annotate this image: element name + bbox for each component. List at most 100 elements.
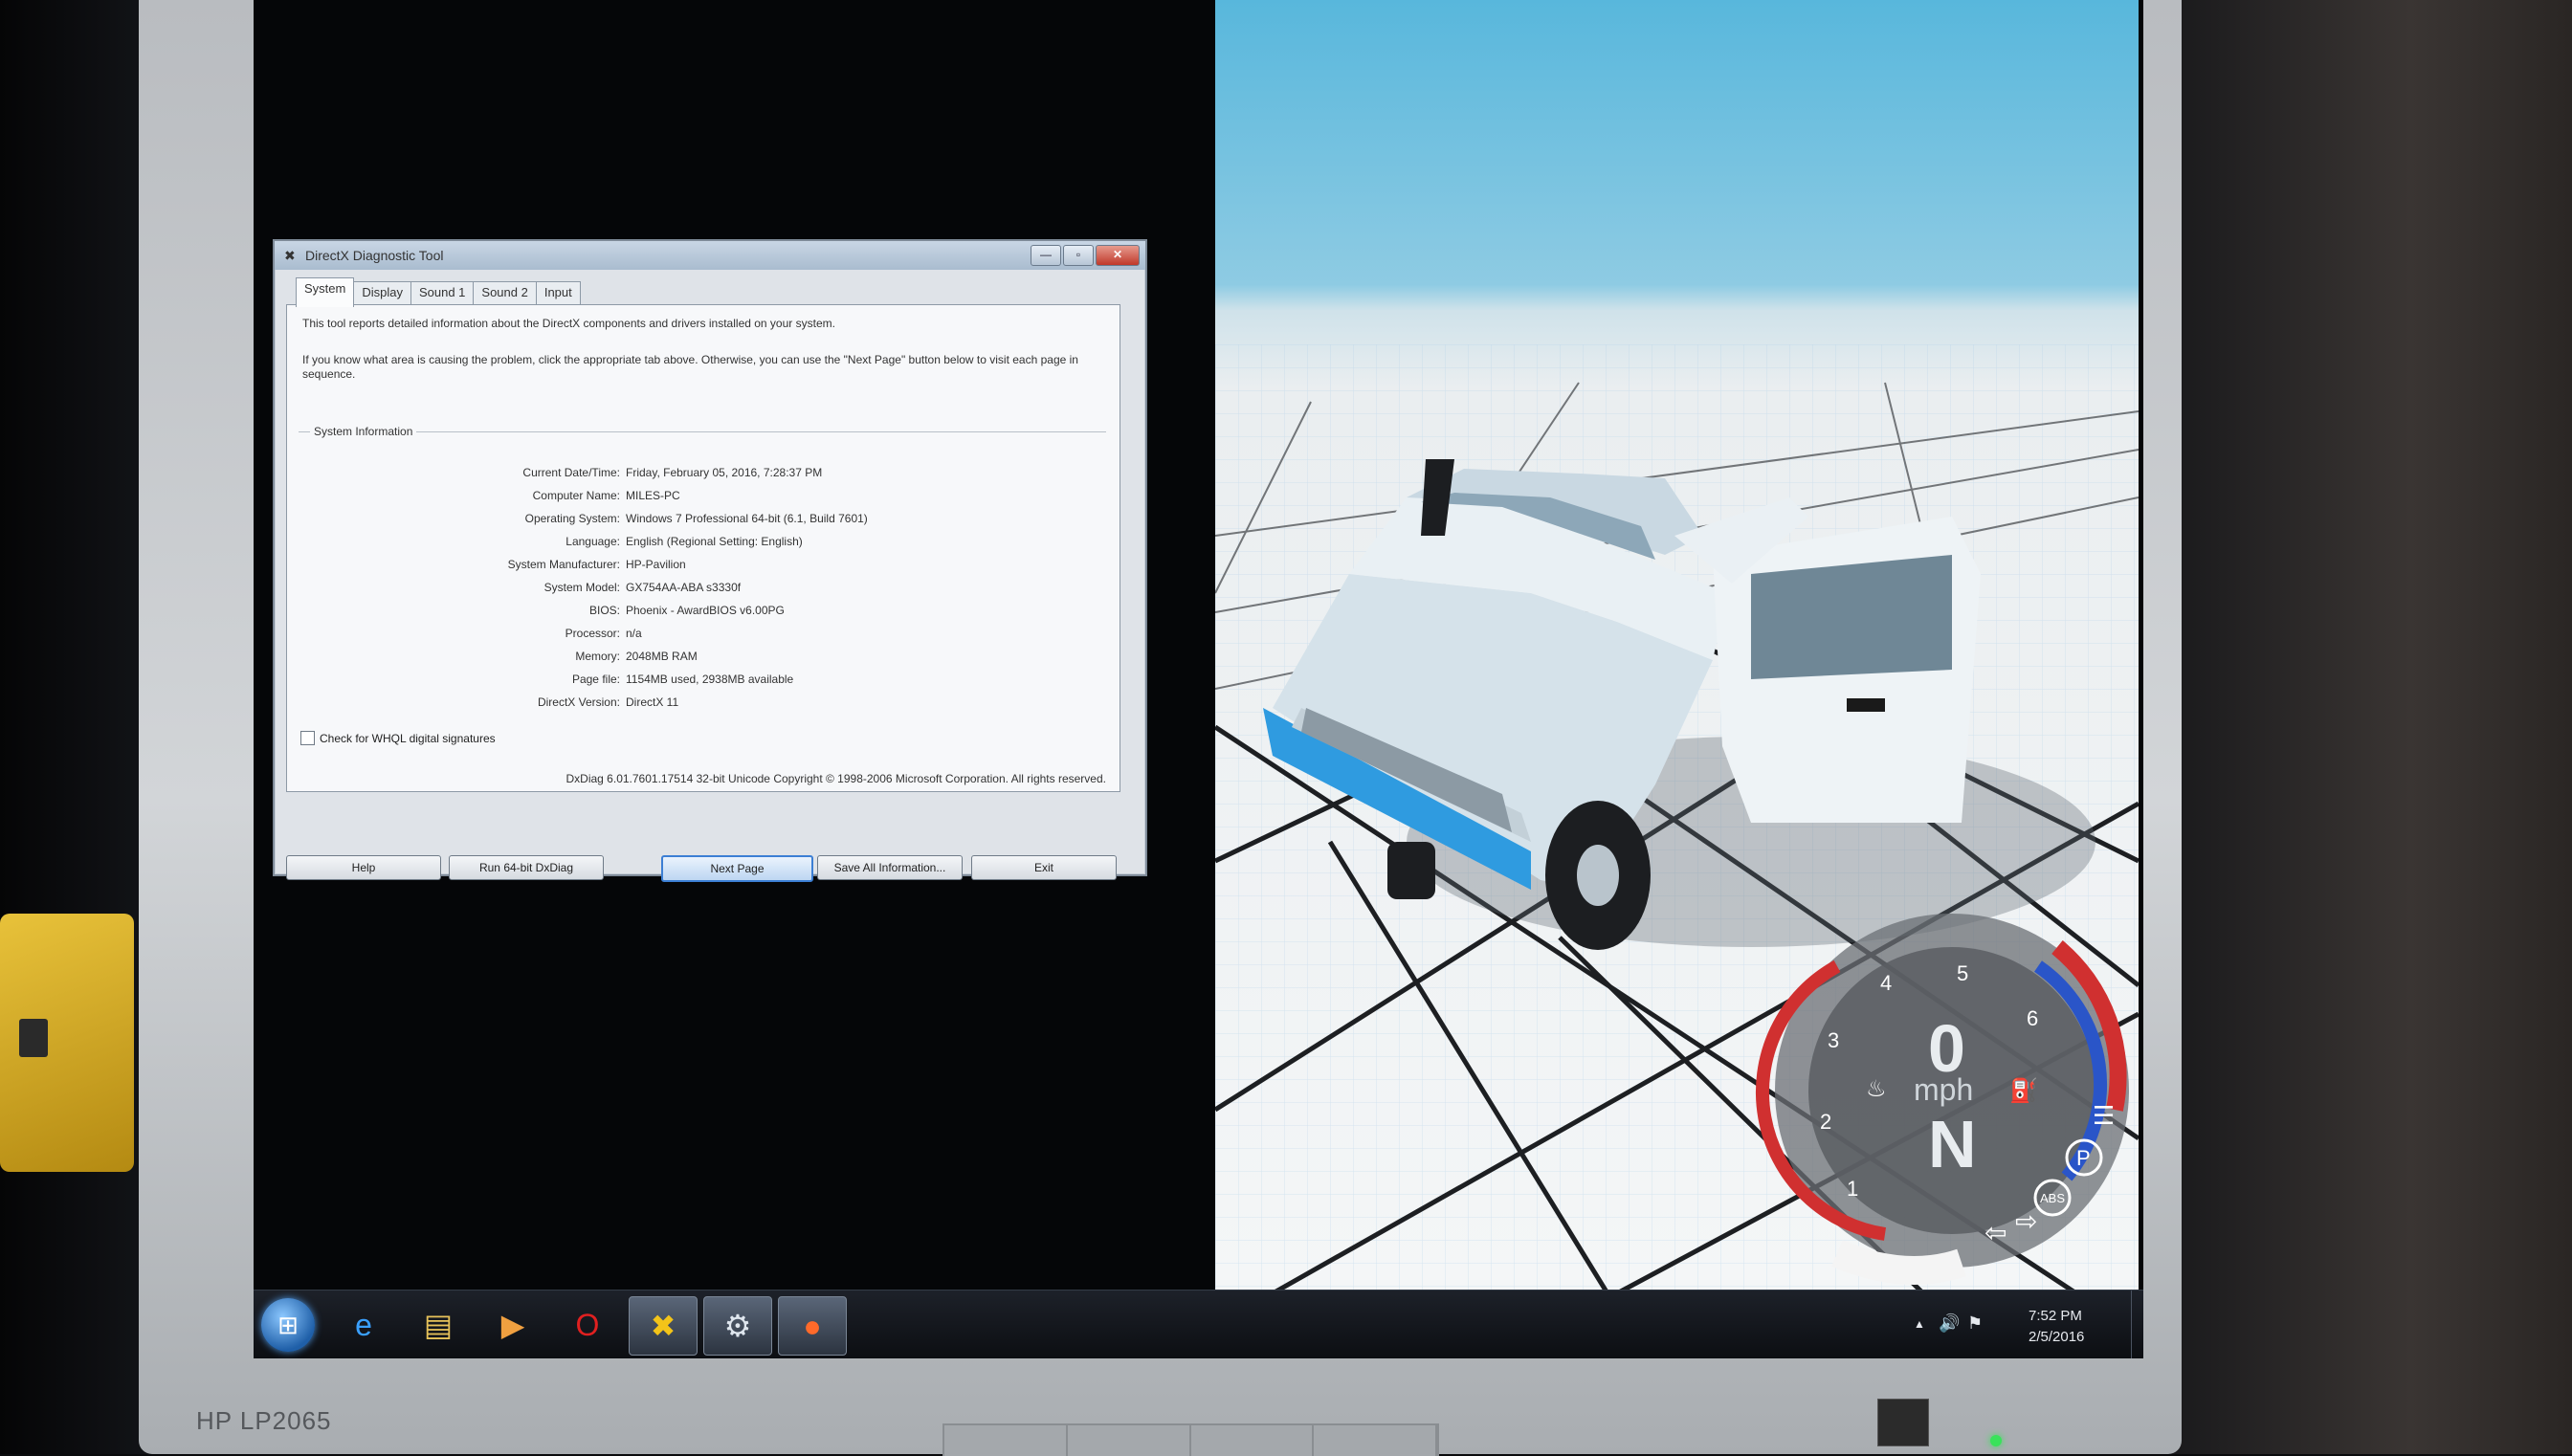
temperature-icon: ♨ — [1866, 1075, 1887, 1102]
tab-input[interactable]: Input — [535, 281, 581, 307]
system-info-row: Processor: n/a — [299, 622, 1106, 645]
button-row: Help Run 64-bit DxDiag Next Page Save Al… — [286, 855, 1128, 884]
system-info-row: BIOS: Phoenix - AwardBIOS v6.00PG — [299, 599, 1106, 622]
info-label: Computer Name: — [532, 489, 620, 502]
right-turn-signal-icon: ⇨ — [2015, 1205, 2037, 1237]
tab-sound-1[interactable]: Sound 1 — [410, 281, 475, 307]
start-button[interactable]: ⊞ — [261, 1298, 315, 1352]
tab-system[interactable]: System — [296, 277, 355, 307]
rpm-tick-label: 3 — [1828, 1028, 1839, 1052]
info-value: n/a — [626, 627, 642, 640]
window-title: DirectX Diagnostic Tool — [305, 248, 444, 263]
system-info-row: Current Date/Time: Friday, February 05, 2… — [299, 461, 1106, 484]
clock-time[interactable]: 7:52 PM — [2029, 1308, 2082, 1324]
instructions-text: If you know what area is causing the pro… — [302, 353, 1078, 381]
rpm-tick-label: 6 — [2027, 1006, 2038, 1030]
save-all-button[interactable]: Save All Information... — [817, 855, 963, 880]
volume-icon[interactable]: 🔊 — [1939, 1313, 1960, 1334]
beamng-icon[interactable]: ● — [778, 1296, 847, 1356]
fuel-icon: ⛽ — [2009, 1077, 2038, 1104]
system-info-row: Operating System: Windows 7 Professional … — [299, 507, 1106, 530]
rpm-tick-label: 4 — [1880, 971, 1892, 995]
next-page-button[interactable]: Next Page — [661, 855, 813, 882]
info-label: Page file: — [571, 673, 620, 686]
info-value: English (Regional Setting: English) — [626, 535, 803, 548]
room-background-right — [2170, 0, 2572, 1454]
abs-indicator: ABS — [2040, 1191, 2065, 1205]
power-led — [1990, 1435, 2002, 1446]
system-info-row: System Manufacturer: HP-Pavilion — [299, 553, 1106, 576]
close-button[interactable]: ✕ — [1096, 245, 1140, 266]
internet-explorer-icon[interactable]: e — [330, 1296, 397, 1354]
tab-sound-2[interactable]: Sound 2 — [473, 281, 537, 307]
info-value: Friday, February 05, 2016, 7:28:37 PM — [626, 466, 823, 479]
parking-brake-indicator: P — [2076, 1146, 2091, 1170]
monitor-brand-label: HP LP2065 — [196, 1406, 332, 1435]
steam-icon[interactable]: ⚙ — [703, 1296, 772, 1356]
info-label: Memory: — [575, 650, 620, 663]
info-value: MILES-PC — [626, 489, 680, 502]
info-value: 2048MB RAM — [626, 650, 698, 663]
info-label: DirectX Version: — [537, 695, 620, 709]
system-info-row: Language: English (Regional Setting: Engl… — [299, 530, 1106, 553]
whql-checkbox-row[interactable]: Check for WHQL digital signatures — [300, 731, 496, 745]
group-title: System Information — [310, 425, 417, 438]
info-value: Windows 7 Professional 64-bit (6.1, Buil… — [626, 512, 868, 525]
system-info-row: System Model: GX754AA-ABA s3330f — [299, 576, 1106, 599]
info-value: DirectX 11 — [626, 695, 679, 709]
gear-indicator: N — [1928, 1107, 1977, 1181]
left-turn-signal-icon: ⇦ — [1984, 1217, 2007, 1248]
game-viewport[interactable]: 1 2 3 4 5 6 0 mph N P ABS ⇦ ⇨ ☰ ♨ ⛽ — [1215, 0, 2139, 1293]
copyright-text: DxDiag 6.01.7601.17514 32-bit Unicode Co… — [565, 772, 1107, 785]
opera-icon[interactable]: O — [554, 1296, 621, 1354]
whql-label: Check for WHQL digital signatures — [320, 731, 496, 745]
exit-button[interactable]: Exit — [971, 855, 1117, 880]
info-value: Phoenix - AwardBIOS v6.00PG — [626, 604, 785, 617]
info-label: BIOS: — [588, 604, 620, 617]
media-player-icon[interactable]: ▶ — [479, 1296, 546, 1354]
info-label: Language: — [565, 535, 620, 548]
rpm-tick-label: 1 — [1847, 1177, 1858, 1201]
tab-strip: System Display Sound 1 Sound 2 Input — [296, 277, 581, 307]
headlight-icon: ☰ — [2093, 1102, 2115, 1131]
info-label: System Manufacturer: — [507, 558, 620, 571]
dxdiag-app-icon: ✖ — [284, 248, 296, 263]
window-titlebar[interactable]: ✖ DirectX Diagnostic Tool — ▫ ✕ — [275, 241, 1145, 270]
game-scene: 1 2 3 4 5 6 0 mph N P ABS ⇦ ⇨ ☰ ♨ ⛽ — [1215, 344, 2139, 1293]
whql-checkbox[interactable] — [300, 731, 315, 745]
yellow-device — [0, 914, 134, 1172]
info-label: Processor: — [565, 627, 620, 640]
dxdiag-window: ✖ DirectX Diagnostic Tool — ▫ ✕ System D… — [273, 239, 1147, 882]
info-value: 1154MB used, 2938MB available — [626, 673, 794, 686]
rpm-tick-label: 5 — [1957, 961, 1968, 985]
info-label: System Model: — [543, 581, 620, 594]
run-64bit-button[interactable]: Run 64-bit DxDiag — [449, 855, 604, 880]
system-info-row: DirectX Version: DirectX 11 — [299, 691, 1106, 714]
info-label: Current Date/Time: — [522, 466, 620, 479]
file-explorer-icon[interactable]: ▤ — [405, 1296, 472, 1354]
rpm-tick-label: 2 — [1820, 1110, 1831, 1134]
maximize-button[interactable]: ▫ — [1063, 245, 1094, 266]
taskbar: ⊞ e ▤ ▶ O ✖ ⚙ ● ▲ 🔊 ⚑ 7:52 PM 2/5/2016 — [254, 1290, 2143, 1358]
help-button[interactable]: Help — [286, 855, 441, 880]
show-hidden-icons[interactable]: ▲ — [1914, 1317, 1925, 1331]
system-info-row: Computer Name: MILES-PC — [299, 484, 1106, 507]
system-info-list: Current Date/Time: Friday, February 05, 2… — [299, 461, 1106, 714]
system-info-row: Memory: 2048MB RAM — [299, 645, 1106, 668]
monitor-buttons — [942, 1423, 1439, 1456]
dxdiag-taskbar-icon[interactable]: ✖ — [629, 1296, 698, 1356]
tab-display[interactable]: Display — [353, 281, 411, 307]
speed-unit: mph — [1914, 1072, 1973, 1107]
clock-date[interactable]: 2/5/2016 — [2029, 1329, 2084, 1345]
system-info-row: Page file: 1154MB used, 2938MB available — [299, 668, 1106, 691]
info-value: HP-Pavilion — [626, 558, 686, 571]
show-desktop-button[interactable] — [2131, 1291, 2143, 1358]
minimize-button[interactable]: — — [1031, 245, 1061, 266]
energy-badge — [1877, 1399, 1929, 1446]
system-information-group: System Information Current Date/Time: Fri… — [299, 425, 1106, 719]
action-center-flag-icon[interactable]: ⚑ — [1967, 1313, 1983, 1334]
info-value: GX754AA-ABA s3330f — [626, 581, 742, 594]
intro-text: This tool reports detailed information a… — [302, 317, 835, 330]
info-label: Operating System: — [524, 512, 620, 525]
device-port — [19, 1019, 48, 1057]
